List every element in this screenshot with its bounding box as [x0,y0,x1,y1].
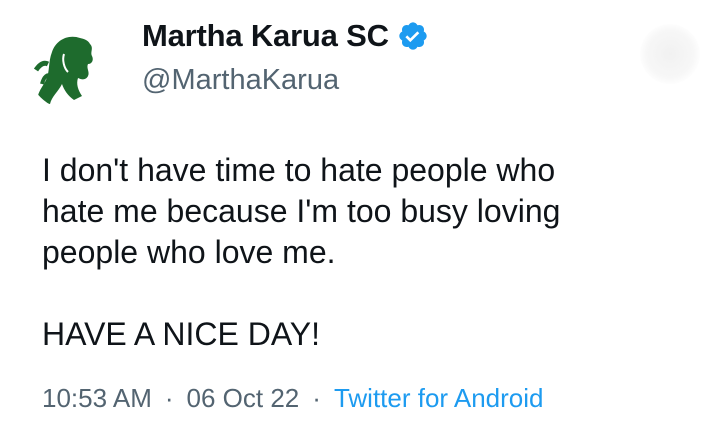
meta-separator: · [312,383,321,413]
profile-silhouette-icon [33,36,93,104]
tweet-time[interactable]: 10:53 AM [42,383,152,414]
avatar[interactable] [28,24,114,110]
tweet-header: Martha Karua SC @MarthaKarua [142,14,429,97]
tweet-text: I don't have time to hate people who hat… [42,150,702,355]
tweet-text-line: hate me because I'm too busy loving [42,193,561,229]
tweet-date[interactable]: 06 Oct 22 [187,383,300,414]
verified-badge-icon [397,20,429,52]
user-handle[interactable]: @MarthaKarua [142,64,429,97]
display-name[interactable]: Martha Karua SC [142,18,389,54]
meta-separator: · [164,383,174,413]
tweet-text-line: HAVE A NICE DAY! [42,316,321,352]
tweet-card: Martha Karua SC @MarthaKarua I don't hav… [0,0,720,437]
more-options-button[interactable] [640,24,700,84]
tweet-meta: 10:53 AM · 06 Oct 22 · Twitter for Andro… [42,383,543,414]
tweet-text-line: people who love me. [42,234,336,270]
tweet-source-link[interactable]: Twitter for Android [334,383,544,414]
name-row: Martha Karua SC [142,14,429,58]
tweet-text-line: I don't have time to hate people who [42,152,556,188]
